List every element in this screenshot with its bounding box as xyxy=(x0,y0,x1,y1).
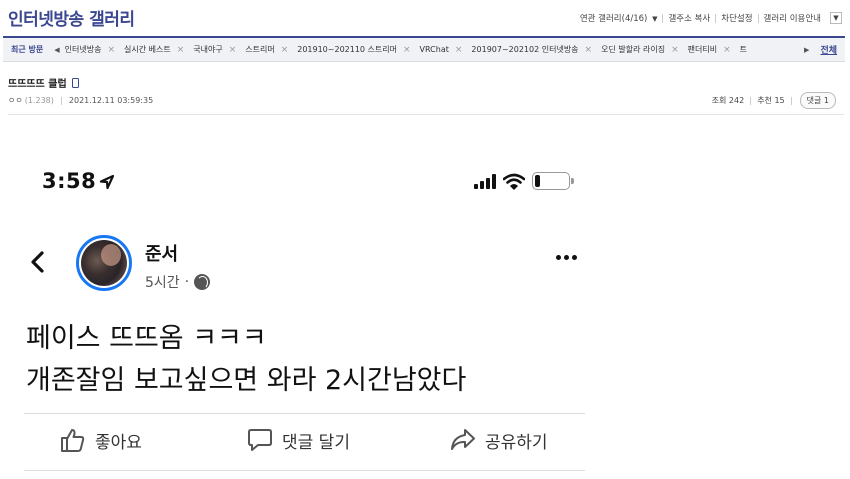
post-meta: ㅇㅇ (1.238) 2021.12.11 03:59:35 xyxy=(8,95,153,106)
post-title-text: 뜨뜨뜨뜨 클럽 xyxy=(8,79,67,90)
fb-author-name[interactable]: 준서 xyxy=(145,240,178,266)
status-time: 3:58 xyxy=(42,169,97,193)
recent-item[interactable]: 오딘 발할라 라이징 × xyxy=(601,44,688,55)
dropdown-toggle-button[interactable]: ▼ xyxy=(830,12,842,24)
recent-item[interactable]: 인터넷방송 × xyxy=(65,44,124,55)
divider xyxy=(750,96,752,105)
separator-dot: · xyxy=(184,274,190,290)
post-datetime: 2021.12.11 03:59:35 xyxy=(68,96,154,105)
fb-post-line: 개존잘임 보고싶으면 와라 2시간남았다 xyxy=(26,365,467,396)
fb-post-text: 페이스 뜨뜨옴 ㅋㅋㅋ 개존잘임 보고싶으면 와라 2시간남았다 xyxy=(26,318,466,402)
recent-item[interactable]: 201907~202102 인터넷방송 × xyxy=(471,44,601,55)
signal-icon xyxy=(474,173,496,189)
close-icon[interactable]: × xyxy=(229,45,237,55)
recent-item[interactable]: 스트리머 × xyxy=(245,44,297,55)
like-button[interactable]: 좋아요 xyxy=(60,427,142,453)
wifi-icon xyxy=(503,173,525,190)
block-settings-link[interactable]: 차단설정 xyxy=(716,12,757,24)
gallery-title[interactable]: 인터넷방송 갤러리 xyxy=(8,5,135,30)
avatar[interactable] xyxy=(76,235,132,291)
close-icon[interactable]: × xyxy=(455,45,463,55)
recent-visits-list: 인터넷방송 × 실시간 베스트 × 국내야구 × 스트리머 × 201910~20211… xyxy=(65,44,799,55)
recent-item[interactable]: 트 xyxy=(740,44,756,55)
thumbs-up-icon xyxy=(61,429,85,452)
fb-time-ago: 5시간 xyxy=(145,275,180,291)
fb-post-time: 5시간 · xyxy=(145,272,211,292)
share-icon xyxy=(451,429,475,450)
gallery-guide-link[interactable]: 갤러리 이용안내 xyxy=(759,12,826,24)
view-all-link[interactable]: 전체 xyxy=(814,43,845,56)
post-divider xyxy=(8,114,844,115)
comment-label: 댓글 달기 xyxy=(282,432,350,453)
mobile-icon xyxy=(71,77,79,88)
share-label: 공유하기 xyxy=(485,432,548,453)
top-links: 연관 갤러리(4/16) ▼ 갤주소 복사 차단설정 갤러리 이용안내 ▼ xyxy=(575,12,842,24)
avatar-image xyxy=(81,240,127,286)
view-count: 조회 242 xyxy=(711,96,745,105)
recent-item[interactable]: 실시간 베스트 × xyxy=(124,44,193,55)
recent-item[interactable]: 국내야구 × xyxy=(193,44,245,55)
post-author[interactable]: ㅇㅇ xyxy=(8,95,23,106)
recent-visits-label: 최근 방문 xyxy=(11,45,44,54)
share-button[interactable]: 공유하기 xyxy=(450,427,548,453)
prev-arrow-icon[interactable]: ◀ xyxy=(49,46,64,54)
close-icon[interactable]: × xyxy=(723,45,731,55)
comment-button[interactable]: 댓글 달기 xyxy=(247,427,350,453)
recent-visits-bar: 최근 방문 ◀ 인터넷방송 × 실시간 베스트 × 국내야구 × 스트리머 × 2019… xyxy=(3,36,845,62)
chevron-left-icon[interactable] xyxy=(30,250,46,274)
divider xyxy=(60,96,62,105)
more-icon[interactable] xyxy=(556,255,577,260)
recent-item[interactable]: 201910~202110 스트리머 × xyxy=(297,44,419,55)
globe-icon xyxy=(194,274,211,290)
divider xyxy=(24,470,585,471)
fb-post-line: 페이스 뜨뜨옴 ㅋㅋㅋ xyxy=(26,323,267,354)
comment-count-button[interactable]: 댓글 1 xyxy=(799,92,836,109)
close-icon[interactable]: × xyxy=(281,45,289,55)
next-arrow-icon[interactable]: ▶ xyxy=(799,46,814,54)
post-ip: (1.238) xyxy=(24,96,54,105)
gallery-header: 인터넷방송 갤러리 연관 갤러리(4/16) ▼ 갤주소 복사 차단설정 갤러리… xyxy=(0,0,850,36)
divider xyxy=(790,96,792,105)
close-icon[interactable]: × xyxy=(671,45,679,55)
copy-address-link[interactable]: 갤주소 복사 xyxy=(663,12,715,24)
post-stats: 조회 242 추천 15 댓글 1 xyxy=(712,92,836,109)
recommend-count: 추천 15 xyxy=(757,96,785,105)
post-title: 뜨뜨뜨뜨 클럽 xyxy=(8,75,79,90)
battery-icon xyxy=(532,172,574,190)
close-icon[interactable]: × xyxy=(177,45,185,55)
like-label: 좋아요 xyxy=(95,432,142,453)
close-icon[interactable]: × xyxy=(585,45,593,55)
divider xyxy=(24,413,585,414)
close-icon[interactable]: × xyxy=(403,45,411,55)
recent-item[interactable]: VRChat × xyxy=(420,45,472,55)
comment-icon xyxy=(248,429,272,451)
status-icons xyxy=(474,172,574,190)
close-icon[interactable]: × xyxy=(107,45,115,55)
location-arrow-icon xyxy=(99,174,115,190)
recent-item[interactable]: 팬더티비 × xyxy=(688,44,740,55)
caret-down-icon: ▼ xyxy=(652,15,658,23)
related-galleries-link[interactable]: 연관 갤러리(4/16) ▼ xyxy=(575,12,663,24)
